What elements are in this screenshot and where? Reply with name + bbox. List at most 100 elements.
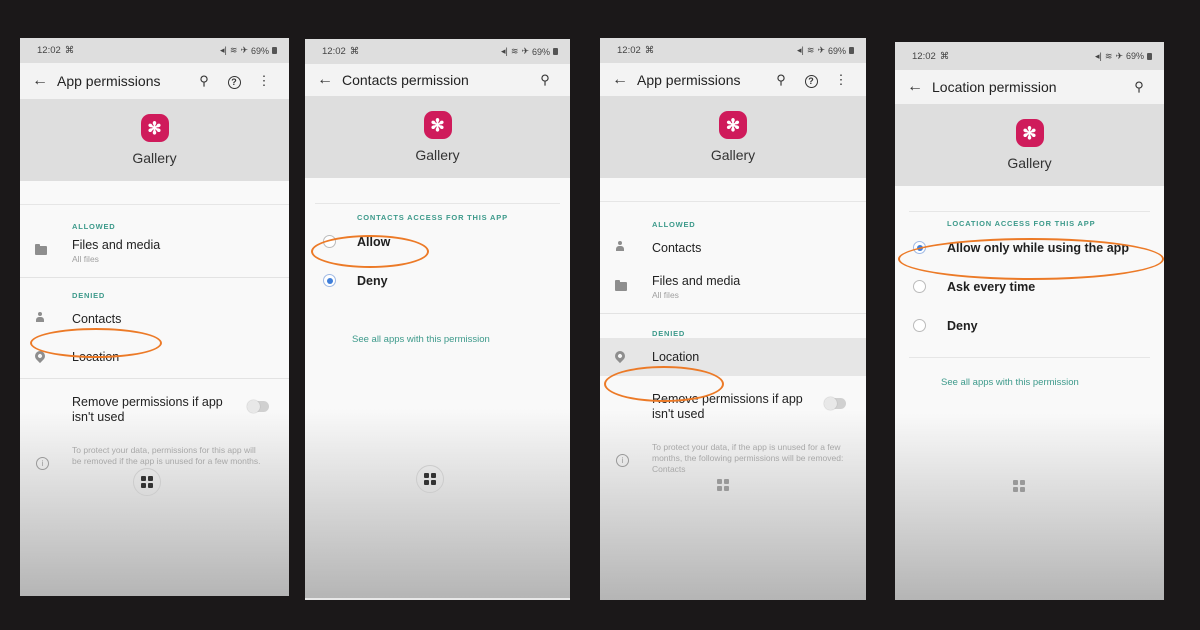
back-arrow-icon[interactable]: ← [317,71,342,89]
battery-icon [849,47,854,54]
permission-label: Location [72,350,120,364]
page-title: Location permission [932,79,1057,95]
remove-permissions-setting: Remove permissions if app isn't used [600,376,866,422]
screen-app-permissions-1: 12:02 ⌘ ◂| ≋ ✈ 69% ← App permissions ⚲ ? ⋮ ✻… [20,38,289,596]
permission-item-contacts[interactable]: Contacts [600,229,866,267]
permission-options: CONTACTS ACCESS FOR THIS APP Allow Deny … [305,178,570,598]
battery-icon [272,47,277,54]
app-bar: ← App permissions ⚲ ? ⋮ [20,63,289,99]
see-all-apps-link[interactable]: See all apps with this permission [895,377,1164,388]
status-bar: 12:02 ⌘ ◂| ≋ ✈ 69% [20,38,289,63]
home-button[interactable] [133,468,161,496]
battery-icon [1147,52,1152,60]
screenshot-icon: ⌘ [939,50,950,62]
remove-permissions-toggle[interactable] [824,397,846,410]
radio-button[interactable] [913,319,926,332]
info-note: i To protect your data, permissions for … [20,425,289,471]
home-button[interactable] [712,474,734,496]
info-icon: i [616,454,629,467]
status-time: 12:02 [322,46,346,57]
app-header: ✻ Gallery [600,96,866,178]
option-label: Allow [357,234,391,249]
wifi-icon: ≋ [510,46,519,56]
section-allowed: ALLOWED [72,222,116,231]
grid-icon [424,473,436,485]
more-icon[interactable]: ⋮ [249,73,279,89]
mute-icon: ◂| [797,45,804,55]
search-icon[interactable]: ⚲ [530,72,560,88]
option-ask-every-time[interactable]: Ask every time [895,267,1164,306]
mute-icon: ◂| [501,46,508,56]
status-bar: 12:02 ⌘ ◂| ≋ ✈ 69% [600,38,866,63]
flower-icon: ✻ [1015,119,1044,147]
option-label: Deny [947,318,978,333]
back-arrow-icon[interactable]: ← [32,72,57,90]
radio-button-checked[interactable] [913,241,926,254]
option-label: Allow only while using the app [947,240,1129,255]
status-time: 12:02 [37,45,61,56]
page-title: Contacts permission [342,72,469,88]
folder-icon [615,280,627,291]
airplane-icon: ✈ [1115,50,1123,61]
app-header: ✻ Gallery [305,96,570,178]
flower-icon: ✻ [423,111,452,139]
app-name: Gallery [1007,155,1052,171]
battery-percent: 69% [531,46,550,57]
location-icon [32,348,48,364]
radio-button-checked[interactable] [323,274,336,287]
mute-icon: ◂| [1095,50,1102,61]
flower-icon: ✻ [140,114,169,142]
more-icon[interactable]: ⋮ [826,72,856,88]
remove-permissions-toggle[interactable] [247,400,269,413]
back-arrow-icon[interactable]: ← [907,78,932,96]
option-label: Deny [357,273,388,288]
permission-label: Location [652,350,700,364]
grid-icon [1013,480,1025,492]
search-icon[interactable]: ⚲ [766,72,796,88]
permission-item-location[interactable]: Location [20,338,289,376]
screen-location-permission: 12:02 ⌘ ◂| ≋ ✈ 69% ← Location permission ⚲ ✻… [895,42,1164,600]
permissions-list: ALLOWED Files and media All files DENIED … [20,181,289,596]
screen-contacts-permission: 12:02 ⌘ ◂| ≋ ✈ 69% ← Contacts permission ⚲ ✻… [305,39,570,600]
option-deny[interactable]: Deny [895,306,1164,345]
app-name: Gallery [132,150,177,166]
screen-app-permissions-2: 12:02 ⌘ ◂| ≋ ✈ 69% ← App permissions ⚲ ? ⋮ ✻… [600,38,866,600]
home-button[interactable] [416,465,444,493]
help-icon[interactable]: ? [796,72,826,88]
option-deny[interactable]: Deny [305,261,570,300]
permission-sub: All files [72,254,99,264]
radio-button[interactable] [323,235,336,248]
app-bar: ← Contacts permission ⚲ [305,64,570,96]
help-icon[interactable]: ? [219,73,249,89]
option-allow[interactable]: Allow [305,222,570,261]
info-icon: i [36,457,49,470]
option-allow-while-using[interactable]: Allow only while using the app [895,228,1164,267]
app-bar: ← Location permission ⚲ [895,70,1164,104]
screenshot-icon: ⌘ [64,45,75,56]
search-icon[interactable]: ⚲ [189,73,219,89]
section-allowed: ALLOWED [652,220,696,229]
radio-button[interactable] [913,280,926,293]
permission-options: LOCATION ACCESS FOR THIS APP Allow only … [895,186,1164,600]
see-all-apps-link[interactable]: See all apps with this permission [305,334,570,345]
battery-percent: 69% [827,45,846,56]
app-header: ✻ Gallery [20,99,289,181]
permission-item-files-media[interactable]: Files and media All files [20,231,289,271]
search-icon[interactable]: ⚲ [1124,79,1154,95]
permission-item-location[interactable]: Location [600,338,866,376]
home-button[interactable] [1008,475,1030,497]
app-header: ✻ Gallery [895,104,1164,186]
permission-label: Contacts [72,312,122,326]
section-denied: DENIED [72,291,106,300]
back-arrow-icon[interactable]: ← [612,71,637,89]
wifi-icon: ≋ [806,45,815,55]
airplane-icon: ✈ [817,45,825,55]
battery-icon [553,48,558,55]
remove-permissions-setting: Remove permissions if app isn't used [20,379,289,425]
option-label: Ask every time [947,279,1036,294]
airplane-icon: ✈ [240,45,248,55]
status-time: 12:02 [912,50,936,62]
permission-item-contacts[interactable]: Contacts [20,300,289,338]
folder-icon [35,244,47,255]
permission-item-files-media[interactable]: Files and media All files [600,267,866,307]
